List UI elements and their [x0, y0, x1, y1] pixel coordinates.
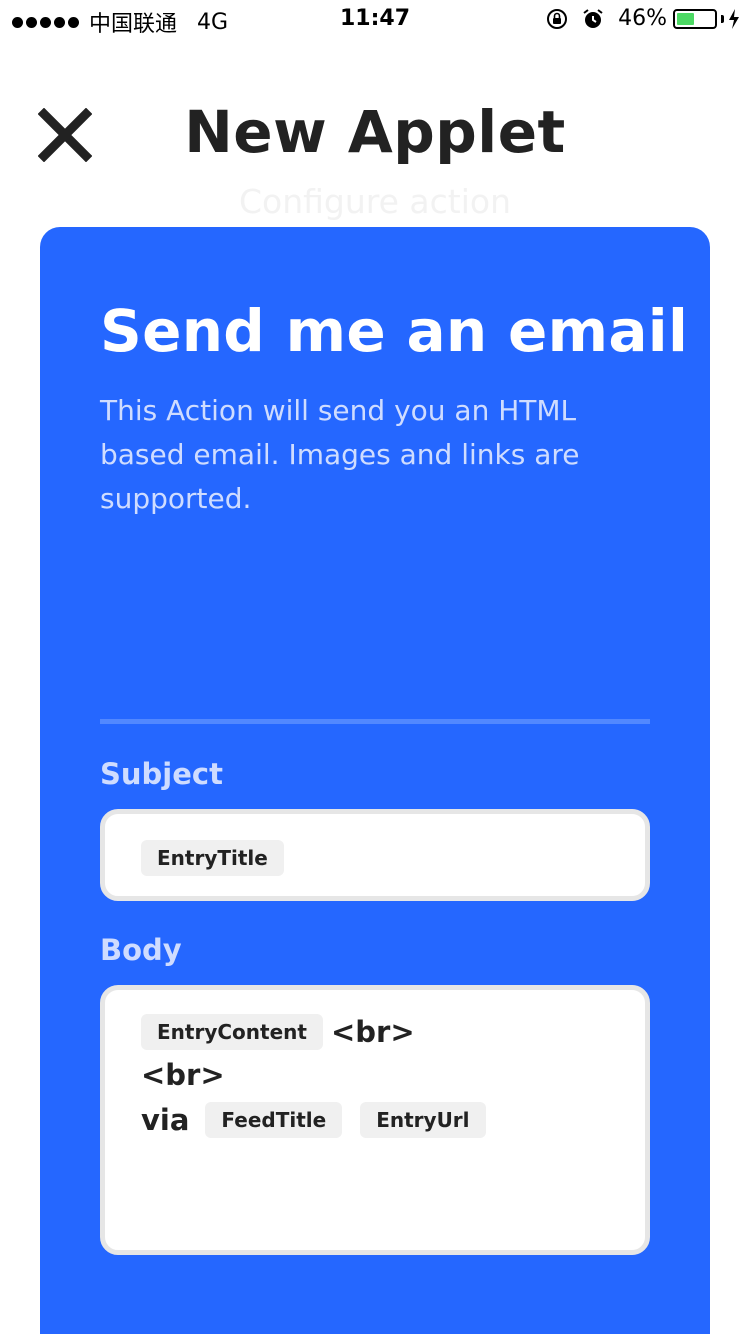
- alarm-icon: [583, 8, 603, 28]
- battery-icon: [673, 8, 717, 29]
- body-text-br-2: <br>: [141, 1058, 225, 1092]
- action-card: Send me an email This Action will send y…: [40, 227, 710, 1334]
- body-field[interactable]: EntryContent <br> <br> via FeedTitle Ent…: [100, 985, 650, 1255]
- status-right: 46%: [546, 6, 740, 31]
- body-label: Body: [100, 933, 182, 967]
- page-subtitle: Configure action: [238, 182, 511, 221]
- charging-bolt-icon: [729, 8, 739, 29]
- action-description: This Action will send you an HTML based …: [100, 394, 580, 515]
- ingredient-entry-url[interactable]: EntryUrl: [360, 1102, 486, 1138]
- body-line-1: EntryContent <br>: [141, 1014, 431, 1050]
- subject-line: EntryTitle: [141, 840, 302, 876]
- body-text-via: via: [141, 1103, 190, 1137]
- ingredient-feed-title[interactable]: FeedTitle: [205, 1102, 343, 1138]
- section-divider: [100, 719, 650, 724]
- battery-percent: 46%: [618, 6, 667, 31]
- status-bar: 中国联通 4G 11:47 46%: [0, 0, 750, 40]
- battery-tip: [721, 14, 724, 23]
- body-line-2: <br>: [141, 1058, 241, 1092]
- subject-field[interactable]: EntryTitle: [100, 809, 650, 901]
- action-title: Send me an email: [100, 297, 689, 365]
- subject-label: Subject: [100, 757, 223, 791]
- battery-level: [677, 12, 694, 25]
- body-text-br-1: <br>: [330, 1015, 415, 1049]
- rotation-lock-icon: [547, 8, 568, 29]
- ingredient-entry-content[interactable]: EntryContent: [141, 1014, 323, 1050]
- ingredient-entry-title[interactable]: EntryTitle: [141, 840, 284, 876]
- page-title: New Applet: [184, 98, 566, 166]
- body-line-3: via FeedTitle EntryUrl: [141, 1102, 504, 1138]
